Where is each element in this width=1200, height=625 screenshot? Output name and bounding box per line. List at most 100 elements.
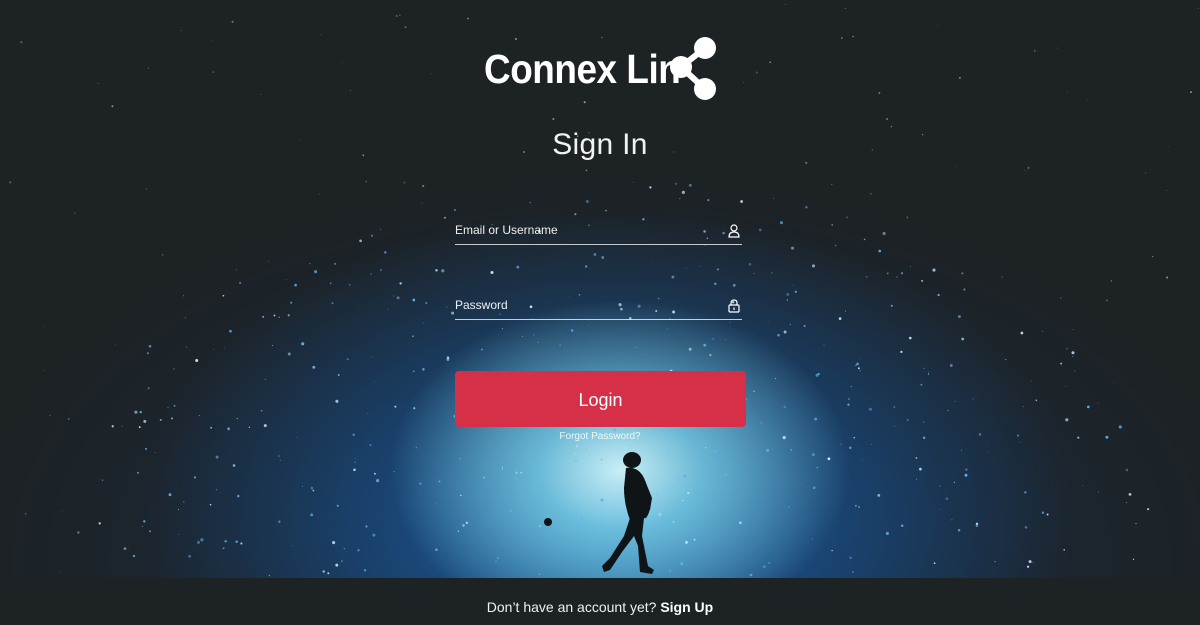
star <box>777 333 780 337</box>
star <box>831 549 833 552</box>
star <box>965 468 968 471</box>
star <box>24 513 27 515</box>
star <box>855 505 857 507</box>
star <box>379 269 382 271</box>
star <box>386 491 387 493</box>
star <box>834 244 837 247</box>
star <box>811 453 815 457</box>
star <box>127 549 129 551</box>
star <box>939 485 941 487</box>
email-field[interactable]: Email or Username <box>455 214 742 245</box>
star <box>432 478 434 480</box>
star <box>501 328 503 330</box>
star <box>932 268 936 272</box>
star <box>260 409 263 412</box>
star <box>783 405 787 409</box>
star <box>1118 425 1122 429</box>
star <box>1110 280 1112 282</box>
star <box>1028 560 1032 564</box>
star <box>963 288 966 291</box>
star <box>768 561 771 564</box>
star <box>227 427 231 431</box>
star <box>1026 565 1030 568</box>
star <box>336 504 339 507</box>
star <box>438 480 441 483</box>
star <box>937 293 940 297</box>
star <box>753 390 755 392</box>
star <box>585 200 589 203</box>
star <box>529 201 531 204</box>
star <box>749 573 753 577</box>
star <box>786 292 790 296</box>
star <box>953 481 955 483</box>
star <box>954 401 956 403</box>
star <box>811 538 813 540</box>
star <box>1066 91 1068 93</box>
star <box>831 223 834 226</box>
star <box>196 540 201 544</box>
star <box>236 418 238 420</box>
star <box>851 571 854 574</box>
star <box>481 348 483 351</box>
star <box>348 284 351 286</box>
star <box>786 299 788 301</box>
star <box>446 306 448 308</box>
star <box>412 370 415 373</box>
password-field[interactable]: Password <box>455 289 742 320</box>
sign-up-link[interactable]: Sign Up <box>660 599 713 615</box>
star <box>767 321 769 322</box>
star <box>685 268 687 269</box>
star <box>184 316 187 319</box>
star <box>393 295 394 297</box>
star <box>335 563 339 567</box>
star <box>176 223 178 225</box>
star <box>309 263 311 265</box>
star <box>758 228 762 232</box>
star <box>1046 513 1049 516</box>
star <box>413 407 416 410</box>
star <box>329 282 332 285</box>
star <box>132 554 136 558</box>
star <box>143 520 146 523</box>
star <box>840 37 843 39</box>
star <box>635 347 637 349</box>
signup-prompt: Don’t have an account yet? Sign Up <box>0 599 1200 615</box>
star <box>376 479 380 483</box>
star <box>939 508 941 510</box>
star <box>870 443 872 445</box>
star <box>1020 331 1024 335</box>
star <box>552 117 555 121</box>
login-button[interactable]: Login <box>455 371 746 427</box>
star <box>501 543 503 545</box>
star <box>159 418 162 421</box>
star <box>725 339 727 341</box>
star <box>342 62 344 63</box>
star <box>332 541 336 545</box>
star <box>849 446 852 450</box>
star <box>310 486 314 490</box>
star <box>173 405 176 407</box>
star <box>1042 330 1044 332</box>
star <box>1197 7 1199 9</box>
star <box>927 373 930 375</box>
star <box>712 338 714 340</box>
star <box>585 169 588 172</box>
star <box>1063 549 1065 551</box>
star <box>114 344 116 345</box>
star <box>186 346 187 348</box>
star <box>814 417 818 421</box>
star <box>811 264 816 268</box>
star <box>111 425 114 428</box>
star <box>559 344 561 346</box>
star <box>462 524 465 527</box>
star <box>792 284 794 286</box>
star <box>847 403 850 406</box>
star <box>920 383 923 386</box>
star <box>483 476 486 479</box>
forgot-password-link[interactable]: Forgot Password? <box>0 431 1200 442</box>
star <box>393 470 395 473</box>
login-page: Connex Lin Sign In Email or Username Pas… <box>0 0 1200 625</box>
star <box>139 410 142 414</box>
star <box>816 467 818 469</box>
star <box>857 505 861 509</box>
